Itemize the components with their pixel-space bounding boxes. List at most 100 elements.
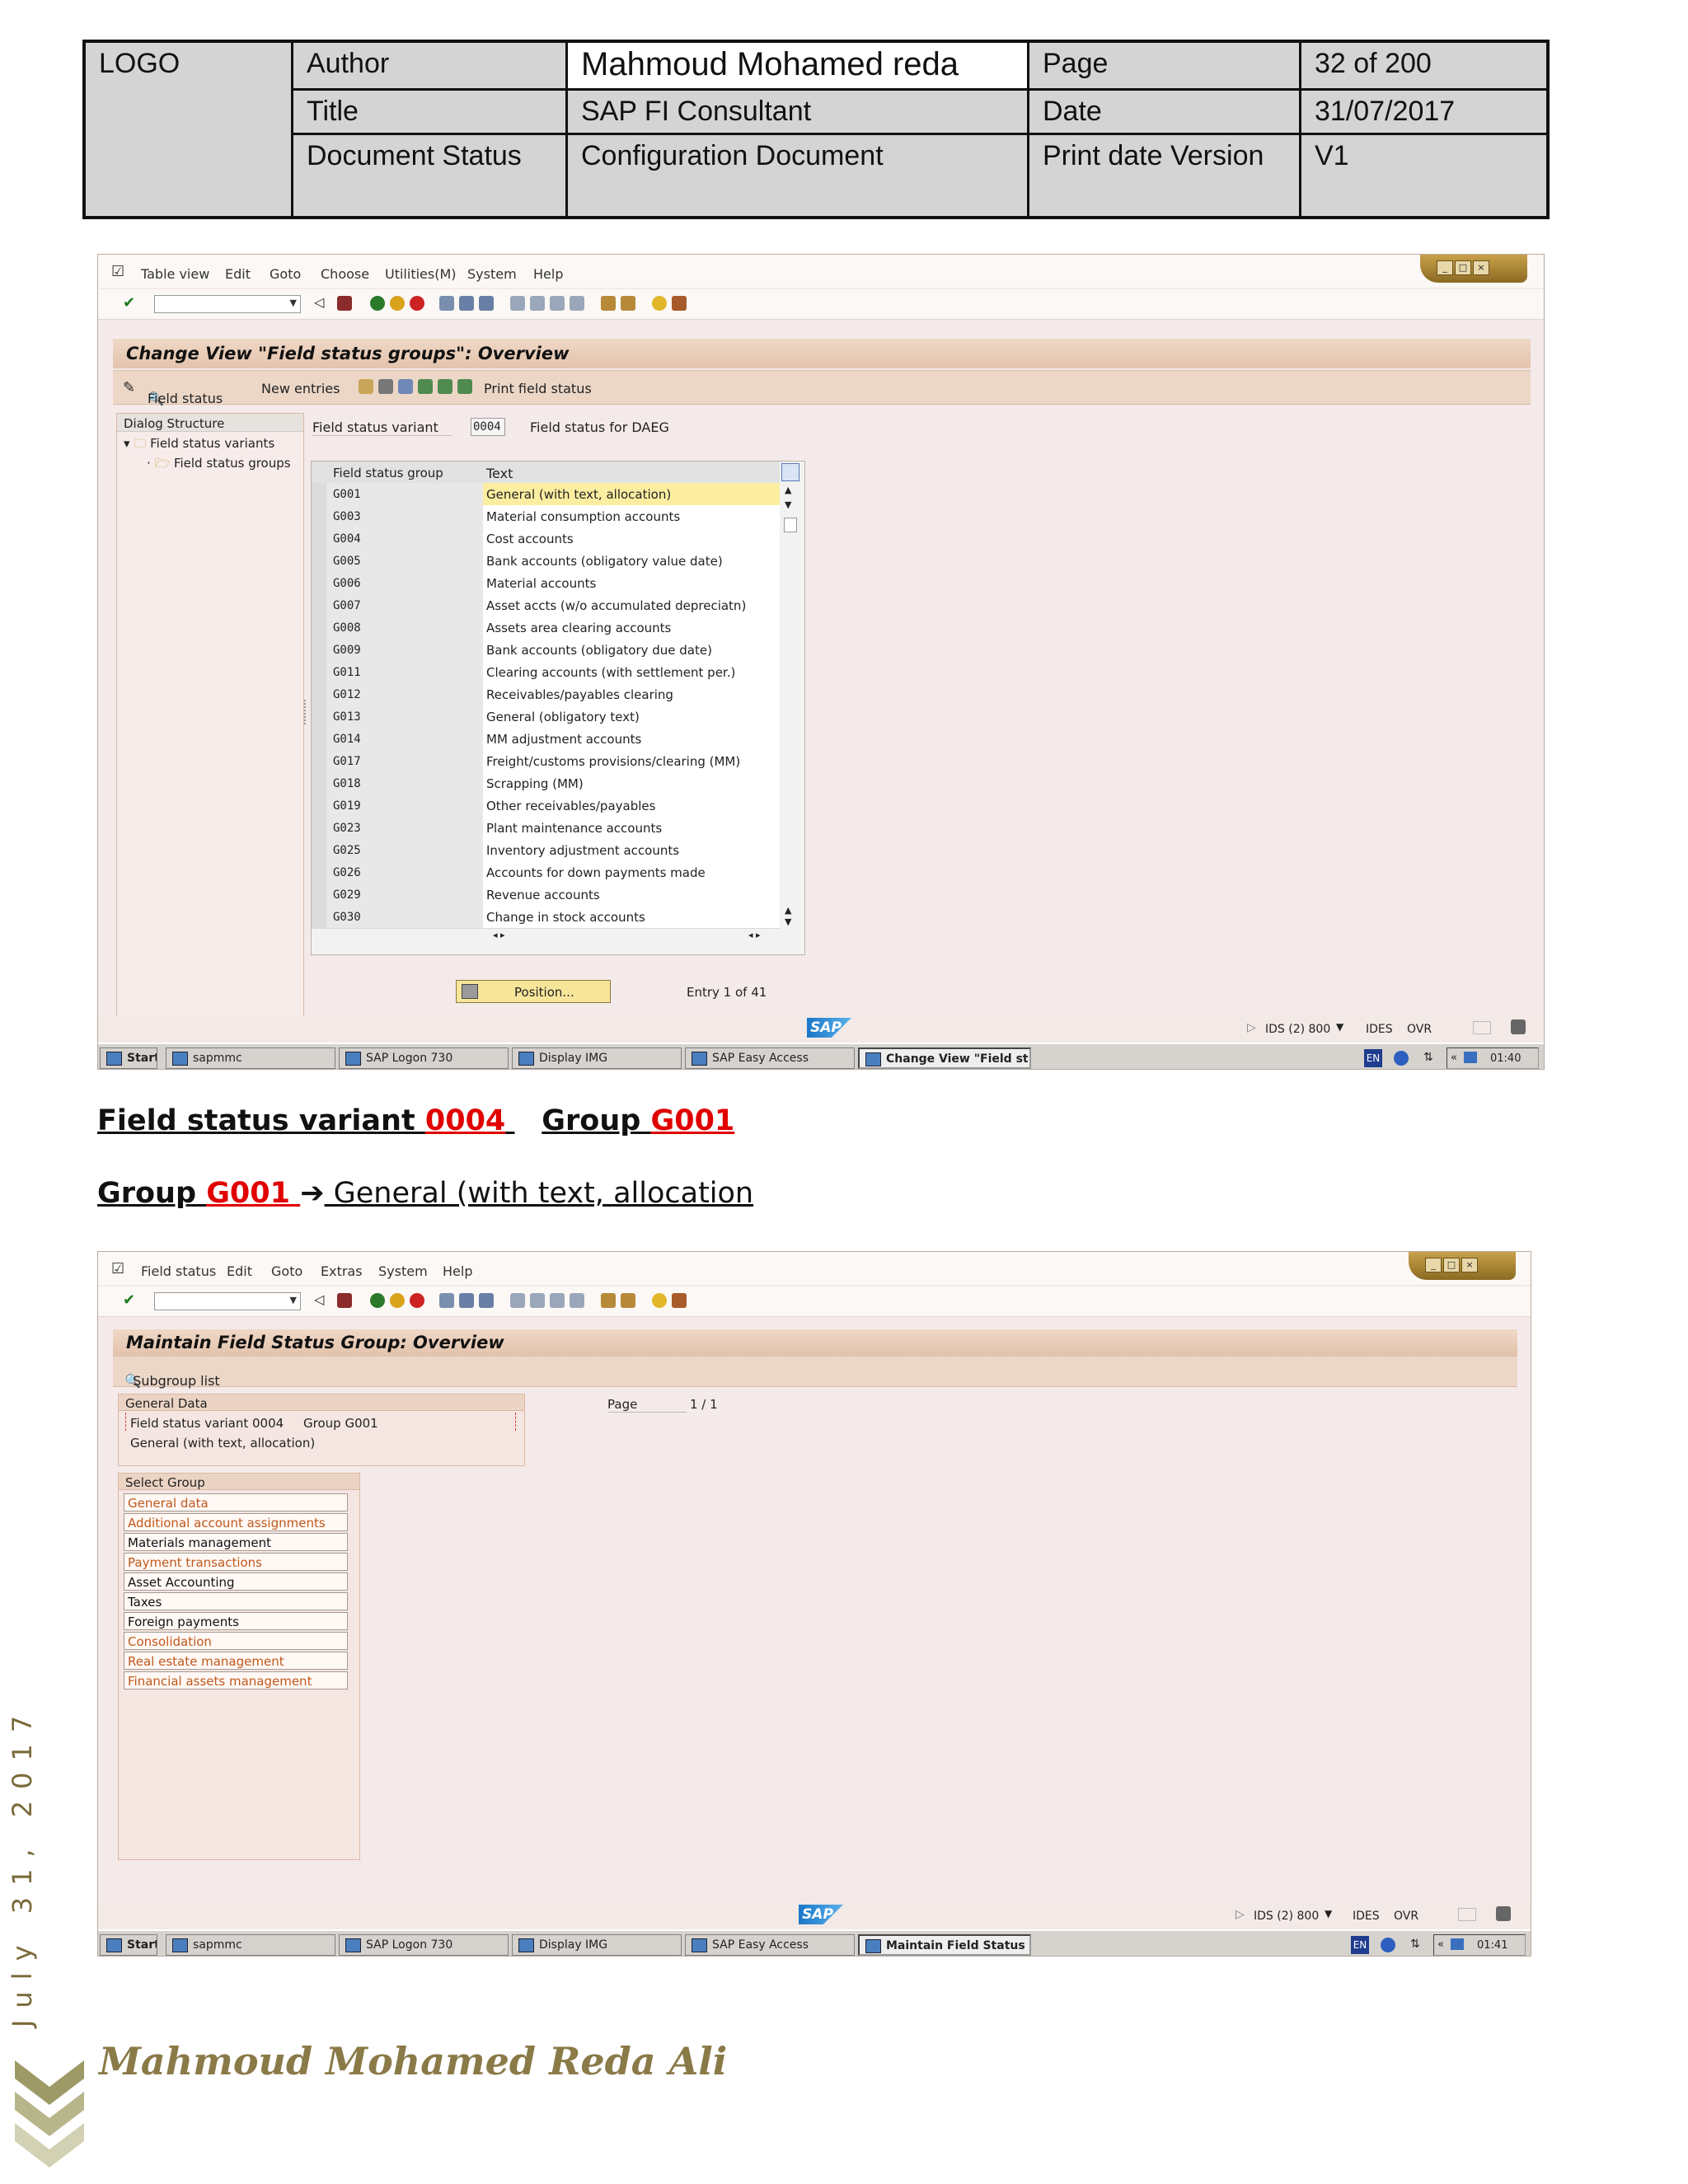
lock-icon[interactable] [1511,1019,1526,1034]
table-row[interactable]: G003 Material consumption accounts [312,505,780,528]
last-page-icon[interactable] [570,296,584,311]
group-text-cell[interactable]: Material consumption accounts [486,509,680,524]
tray-volume-icon[interactable] [1464,1052,1477,1063]
previous-page-icon-2[interactable] [530,1293,545,1308]
group-text-cell[interactable]: MM adjustment accounts [486,732,641,747]
enter-icon-2[interactable]: ✔ [123,1291,135,1309]
table-row[interactable]: G008 Assets area clearing accounts [312,616,780,640]
position-button[interactable]: Position... [456,980,611,1003]
shortcut-icon-2[interactable] [621,1293,635,1308]
copy-icon[interactable] [359,379,373,394]
group-text-cell[interactable]: Other receivables/payables [486,799,655,813]
group-text-cell[interactable]: Accounts for down payments made [486,865,706,880]
display-change-icon[interactable]: ✎ [123,379,135,396]
status-dropdown-icon[interactable]: ▼ [1336,1021,1343,1033]
row-selector[interactable] [312,861,327,883]
group-text-cell[interactable]: Freight/customs provisions/clearing (MM) [486,754,740,769]
scroll-left-icon[interactable]: ◂ ▸ [493,930,505,940]
task-sap-logon[interactable]: SAP Logon 730 [339,1047,509,1069]
task-sapmmc-2[interactable]: sapmmc [166,1934,335,1956]
next-page-icon[interactable] [550,296,565,311]
task-sap-logon-2[interactable]: SAP Logon 730 [339,1934,509,1956]
scroll-right-icon[interactable]: ◂ ▸ [748,930,761,940]
print-icon[interactable] [439,296,454,311]
table-row[interactable]: G009 Bank accounts (obligatory due date) [312,639,780,662]
table-row[interactable]: G018 Scrapping (MM) [312,772,780,795]
find-next-icon[interactable] [479,296,494,311]
last-page-icon-2[interactable] [570,1293,584,1308]
group-text-cell[interactable]: Cost accounts [486,532,574,546]
row-selector[interactable] [312,572,327,594]
row-selector[interactable] [312,705,327,728]
group-text-cell[interactable]: General (with text, allocation) [486,487,671,502]
lock-icon-2[interactable] [1496,1906,1511,1921]
select-group-item[interactable]: Real estate management [124,1652,348,1670]
menu-help[interactable]: Help [533,266,563,282]
back-icon[interactable] [370,296,385,311]
row-selector[interactable] [312,483,327,505]
table-row[interactable]: G023 Plant maintenance accounts [312,817,780,840]
row-selector[interactable] [312,550,327,572]
exit-icon[interactable] [390,296,405,311]
first-page-icon[interactable] [510,296,525,311]
subgroup-list-button[interactable]: 🔍 Subgroup list [124,1363,220,1389]
back-arrow-icon[interactable]: ◁ [314,294,324,310]
help-icon[interactable] [652,296,667,311]
table-row[interactable]: G017 Freight/customs provisions/clearing … [312,750,780,773]
row-selector[interactable] [312,505,327,527]
select-group-item[interactable]: Consolidation [124,1632,348,1650]
maximize-icon-2[interactable]: □ [1443,1258,1460,1272]
menu-edit[interactable]: Edit [225,266,251,282]
tree-node-variants[interactable]: ▾ 🗀 Field status variants [124,435,274,456]
table-row[interactable]: G005 Bank accounts (obligatory value date… [312,550,780,573]
command-field[interactable] [154,295,301,313]
layout-icon-2[interactable] [672,1293,687,1308]
task-sap-easy-access[interactable]: SAP Easy Access [685,1047,855,1069]
select-group-item[interactable]: Taxes [124,1592,348,1610]
group-text-cell[interactable]: Material accounts [486,576,596,591]
scroll-thumb[interactable] [784,518,797,532]
deselect-all-icon[interactable] [457,379,472,394]
menu-goto-2[interactable]: Goto [271,1263,302,1279]
task-maintain-field-status[interactable]: Maintain Field Status ... [858,1934,1031,1956]
group-text-cell[interactable]: Change in stock accounts [486,910,645,925]
scroll-down-icon[interactable]: ▼ [785,499,791,510]
status-arrow-icon[interactable]: ▷ [1247,1021,1256,1034]
tray-network-icon[interactable]: ⇅ [1423,1051,1433,1064]
table-row[interactable]: G019 Other receivables/payables [312,794,780,818]
tray-expand-icon[interactable]: « [1451,1052,1457,1064]
select-group-item[interactable]: Asset Accounting [124,1572,348,1591]
exit-icon-2[interactable] [390,1293,405,1308]
task-display-img[interactable]: Display IMG [512,1047,682,1069]
menu-extras[interactable]: Extras [321,1263,363,1279]
previous-page-icon[interactable] [530,296,545,311]
back-arrow-icon-2[interactable]: ◁ [314,1291,324,1307]
task-sapmmc[interactable]: sapmmc [166,1047,335,1069]
group-text-cell[interactable]: Clearing accounts (with settlement per.) [486,665,735,680]
print-field-status-button[interactable]: Print field status [484,381,592,396]
select-block-icon[interactable] [438,379,452,394]
menu-system-2[interactable]: System [378,1263,428,1279]
table-row[interactable]: G014 MM adjustment accounts [312,728,780,751]
group-text-cell[interactable]: General (obligatory text) [486,710,640,724]
table-row[interactable]: G006 Material accounts [312,572,780,595]
table-row[interactable]: G030 Change in stock accounts [312,906,780,929]
row-selector[interactable] [312,527,327,550]
column-header-group[interactable]: Field status group [333,466,443,480]
back-icon-2[interactable] [370,1293,385,1308]
table-row[interactable]: G007 Asset accts (w/o accumulated depreci… [312,594,780,617]
status-dropdown-icon-2[interactable]: ▼ [1325,1908,1332,1919]
row-selector[interactable] [312,616,327,639]
menu-icon-2[interactable]: ☑ [111,1260,124,1277]
select-group-item[interactable]: Financial assets management [124,1671,348,1690]
start-button-2[interactable]: Start [100,1934,157,1956]
command-field-2[interactable] [154,1292,301,1310]
row-selector[interactable] [312,594,327,616]
print-icon-2[interactable] [439,1293,454,1308]
tree-node-groups[interactable]: · 🗁 Field status groups [147,455,291,476]
undo-icon[interactable] [398,379,413,394]
select-group-item[interactable]: Materials management [124,1533,348,1551]
group-text-cell[interactable]: Receivables/payables clearing [486,687,673,702]
splitter-handle[interactable] [304,700,309,724]
group-text-cell[interactable]: Inventory adjustment accounts [486,843,679,858]
